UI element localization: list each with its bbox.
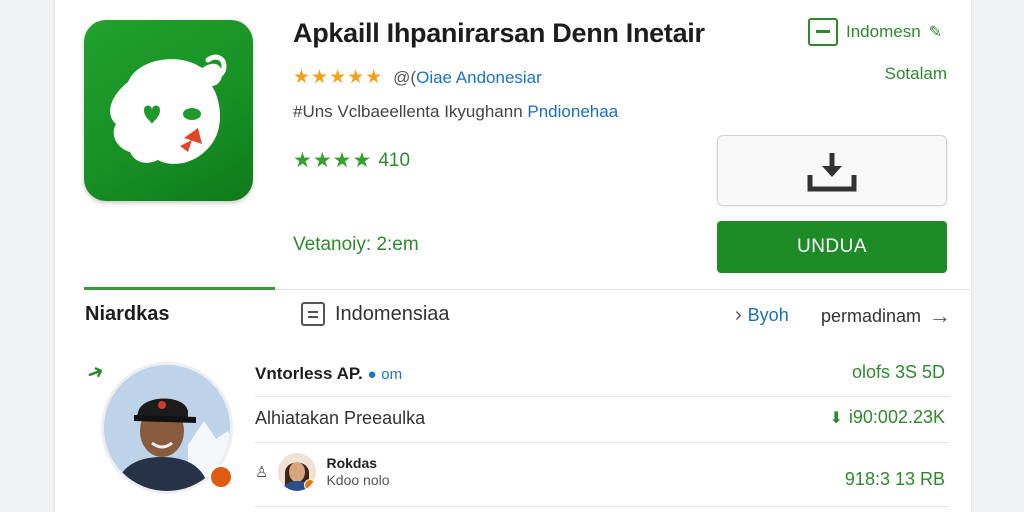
tab-divider: [275, 289, 971, 290]
reviewer-badge: [304, 479, 317, 491]
arrow-right-icon: →: [929, 303, 952, 328]
developer-prefix: @(: [393, 67, 417, 87]
star-rating-green: ★★★★: [293, 149, 373, 172]
listing-row-text: Alhiatakan Preeaulka: [255, 408, 426, 428]
row-divider: [255, 442, 949, 443]
ghost-mascot-icon: [110, 54, 227, 164]
green-rating-row: ★★★★ 410: [293, 148, 410, 173]
app-title: Apkaill Ihpanirarsan Denn Inetair: [293, 18, 705, 48]
more-label: permadinam: [821, 305, 922, 326]
globe-icon: ●: [367, 366, 377, 383]
row1-value: olofs 3S 5D: [851, 362, 945, 382]
language-badge[interactable]: Indomesn ✎: [808, 18, 942, 46]
row-divider: [255, 506, 949, 507]
reviewer-item[interactable]: ♙ Rokdas Kdoo nolo: [255, 453, 390, 491]
description-highlight-link[interactable]: Pndionehaa: [527, 102, 618, 121]
tab-language-label: Indomensiaa: [335, 302, 450, 325]
rating-row: ★★★★★ @(Oiae Andonesiar: [293, 66, 542, 89]
byoh-link[interactable]: › Byoh: [735, 304, 789, 327]
active-tab-indicator: [84, 287, 275, 290]
row3-value: 918:3 13 RB: [844, 469, 945, 489]
developer-link[interactable]: Oiae Andonesiar: [416, 68, 542, 87]
description-text: #Uns Vclbaeellenta Ikyughann: [293, 102, 528, 121]
top-right-subtext: Sotalam: [884, 64, 947, 83]
language-box-icon: [808, 18, 838, 46]
chevron-right-icon: ›: [735, 304, 742, 326]
app-description: #Uns Vclbaeellenta Ikyughann Pndionehaa: [293, 102, 618, 122]
reviewer-sub: Kdoo nolo: [326, 472, 390, 488]
download-button[interactable]: [717, 135, 947, 206]
byoh-label: Byoh: [747, 305, 789, 325]
tab-main[interactable]: Niardkas: [85, 303, 170, 326]
rating-score: 410: [378, 149, 411, 171]
avatar-status-badge: [209, 465, 233, 489]
reviewer-avatar: [278, 453, 317, 491]
row-title-suffix: om: [381, 366, 403, 383]
map-pin-icon: ➜: [83, 359, 108, 387]
tab-language[interactable]: Indomensiaa: [301, 302, 450, 326]
row-divider: [255, 396, 949, 397]
app-icon[interactable]: [84, 20, 253, 201]
star-rating-orange: ★★★★★: [293, 67, 384, 88]
developer-line: @(Oiae Andonesiar: [393, 68, 542, 88]
row-title-text: Vntorless AP.: [255, 364, 363, 383]
reviewer-name: Rokdas: [326, 455, 378, 471]
download-icon: [807, 152, 857, 191]
person-icon: ♙: [255, 464, 269, 481]
leaf-icon: ✎: [928, 24, 943, 41]
language-label: Indomesn: [846, 22, 921, 41]
listing-row-title[interactable]: Vntorless AP. ● om: [255, 364, 402, 384]
version-label: Vetanoiy: 2:em: [293, 234, 419, 255]
row2-value-text: i90:002.23K: [848, 407, 945, 427]
install-button[interactable]: UNDUA: [717, 221, 947, 273]
reviewer-text: Rokdas Kdoo nolo: [326, 455, 389, 489]
row2-value: ⬇ i90:002.23K: [830, 407, 946, 428]
document-icon: [301, 302, 325, 326]
more-link[interactable]: permadinam →: [821, 303, 951, 329]
app-detail-card: Apkaill Ihpanirarsan Denn Inetair ★★★★★ …: [54, 0, 972, 512]
download-count-icon: ⬇: [829, 409, 843, 427]
